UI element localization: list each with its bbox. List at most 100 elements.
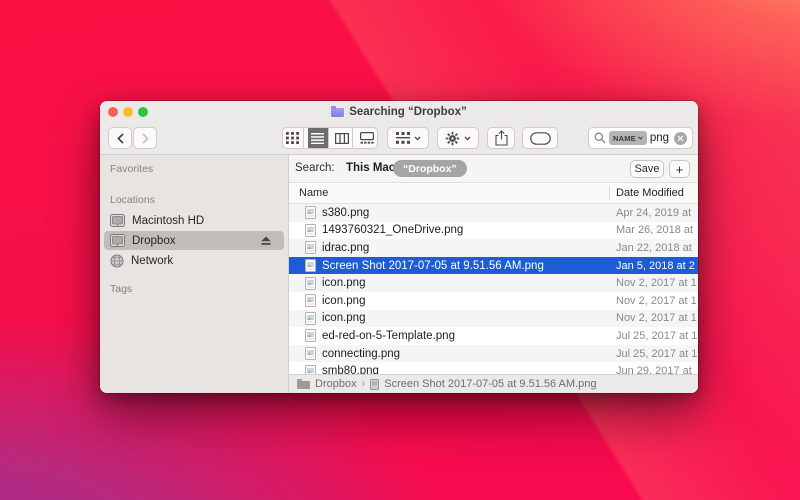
file-name: s380.png bbox=[322, 207, 369, 219]
scope-this-mac[interactable]: This Mac bbox=[346, 162, 395, 174]
column-header-date-modified[interactable]: Date Modified bbox=[616, 187, 684, 199]
folder-icon bbox=[297, 381, 310, 389]
file-row[interactable]: connecting.pngJul 25, 2017 at 1 bbox=[289, 345, 698, 363]
zoom-button[interactable] bbox=[138, 107, 148, 117]
sidebar-item-label: Network bbox=[131, 255, 173, 267]
file-row[interactable]: idrac.pngJan 22, 2018 at bbox=[289, 239, 698, 257]
search-icon bbox=[594, 132, 606, 144]
content-pane: Search: This Mac “Dropbox” Save + Name D… bbox=[289, 155, 698, 393]
chevron-right-icon: › bbox=[362, 378, 366, 390]
sidebar-locations-list: Macintosh HD Dropbox Network bbox=[100, 211, 288, 270]
file-icon bbox=[305, 277, 316, 290]
minimize-button[interactable] bbox=[123, 107, 133, 117]
sidebar-item-dropbox[interactable]: Dropbox bbox=[104, 231, 284, 250]
file-date: Nov 2, 2017 at 1 bbox=[616, 312, 697, 324]
finder-window: Searching “Dropbox” bbox=[100, 101, 698, 393]
forward-chevron-icon bbox=[142, 133, 149, 144]
column-header-name[interactable]: Name bbox=[299, 187, 328, 199]
icon-view-button[interactable] bbox=[283, 128, 304, 148]
chevron-down-icon bbox=[464, 136, 471, 141]
list-view-button[interactable] bbox=[308, 128, 329, 148]
sidebar-item-label: Dropbox bbox=[132, 235, 175, 247]
toolbar: NAME png bbox=[100, 122, 698, 154]
sidebar-section-tags: Tags bbox=[110, 283, 288, 295]
add-criteria-button[interactable]: + bbox=[669, 160, 690, 178]
file-name: Screen Shot 2017-07-05 at 9.51.56 AM.png bbox=[322, 260, 544, 272]
file-row[interactable]: icon.pngNov 2, 2017 at 1 bbox=[289, 292, 698, 310]
column-header: Name Date Modified bbox=[289, 183, 698, 204]
file-date: Jul 25, 2017 at 1 bbox=[616, 348, 697, 360]
file-date: Jan 22, 2018 at bbox=[616, 242, 692, 254]
desktop-wallpaper: Searching “Dropbox” bbox=[0, 0, 800, 500]
view-mode-segmented-control bbox=[282, 127, 378, 149]
sidebar-section-favorites: Favorites bbox=[110, 163, 288, 175]
search-input-value[interactable]: png bbox=[650, 132, 669, 144]
file-icon bbox=[305, 206, 316, 219]
file-name: smb80.png bbox=[322, 365, 379, 374]
file-row[interactable]: 1493760321_OneDrive.pngMar 26, 2018 at bbox=[289, 222, 698, 240]
sidebar-item-macintosh-hd[interactable]: Macintosh HD bbox=[104, 211, 284, 230]
tag-icon bbox=[530, 132, 551, 145]
path-bar: Dropbox › Screen Shot 2017-07-05 at 9.51… bbox=[289, 374, 698, 393]
search-token[interactable]: NAME bbox=[609, 131, 647, 145]
file-date: Jan 5, 2018 at 2 bbox=[616, 260, 695, 272]
chevron-down-icon bbox=[414, 136, 421, 141]
file-date: Nov 2, 2017 at 1 bbox=[616, 277, 697, 289]
search-field[interactable]: NAME png bbox=[588, 127, 693, 149]
drive-icon bbox=[110, 234, 125, 247]
file-name: icon.png bbox=[322, 277, 365, 289]
file-icon bbox=[305, 241, 316, 254]
globe-icon bbox=[110, 254, 124, 268]
list-view-icon bbox=[311, 133, 324, 144]
search-token-label: NAME bbox=[613, 134, 636, 143]
scope-token-dropbox[interactable]: “Dropbox” bbox=[393, 160, 467, 177]
file-date: Jun 29, 2017 at bbox=[616, 365, 692, 374]
file-date: Mar 26, 2018 at bbox=[616, 224, 693, 236]
path-item-folder[interactable]: Dropbox bbox=[315, 378, 357, 390]
window-title: Searching “Dropbox” bbox=[349, 106, 467, 118]
column-divider[interactable] bbox=[609, 186, 610, 200]
file-icon bbox=[305, 224, 316, 237]
file-icon bbox=[305, 365, 316, 374]
gallery-view-button[interactable] bbox=[357, 128, 377, 148]
file-name: icon.png bbox=[322, 312, 365, 324]
path-item-file[interactable]: Screen Shot 2017-07-05 at 9.51.56 AM.png bbox=[384, 378, 596, 390]
file-row[interactable]: Screen Shot 2017-07-05 at 9.51.56 AM.png… bbox=[289, 257, 698, 275]
file-row[interactable]: ed-red-on-5-Template.pngJul 25, 2017 at … bbox=[289, 327, 698, 345]
file-icon bbox=[305, 294, 316, 307]
title-bar[interactable]: Searching “Dropbox” bbox=[100, 101, 698, 122]
sidebar-section-locations: Locations bbox=[110, 194, 288, 206]
folder-icon bbox=[331, 108, 344, 117]
file-icon bbox=[370, 379, 379, 390]
share-button[interactable] bbox=[487, 127, 515, 149]
file-row[interactable]: smb80.png Jun 29, 2017 at bbox=[289, 362, 698, 374]
column-view-button[interactable] bbox=[333, 128, 354, 148]
file-row[interactable]: s380.png Apr 24, 2019 at bbox=[289, 204, 698, 222]
column-view-icon bbox=[335, 133, 349, 144]
drive-icon bbox=[110, 214, 125, 227]
sidebar-item-label: Macintosh HD bbox=[132, 215, 204, 227]
group-icon bbox=[396, 132, 410, 144]
tags-button[interactable] bbox=[522, 127, 558, 149]
clear-icon[interactable] bbox=[674, 132, 687, 145]
gear-icon bbox=[445, 131, 460, 146]
file-name: ed-red-on-5-Template.png bbox=[322, 330, 455, 342]
file-date: Apr 24, 2019 at bbox=[616, 207, 691, 219]
file-row[interactable]: icon.png Nov 2, 2017 at 1 bbox=[289, 310, 698, 328]
search-label: Search: bbox=[295, 162, 335, 174]
file-name: icon.png bbox=[322, 295, 365, 307]
forward-button[interactable] bbox=[133, 127, 157, 149]
icon-view-icon bbox=[286, 132, 299, 144]
sidebar-item-network[interactable]: Network bbox=[104, 251, 284, 270]
file-row[interactable]: icon.png Nov 2, 2017 at 1 bbox=[289, 274, 698, 292]
file-list: s380.png Apr 24, 2019 at 1493760321_OneDri… bbox=[289, 204, 698, 374]
action-button[interactable] bbox=[437, 127, 479, 149]
close-button[interactable] bbox=[108, 107, 118, 117]
traffic-lights bbox=[108, 107, 148, 117]
save-button[interactable]: Save bbox=[630, 160, 664, 178]
gallery-view-icon bbox=[360, 132, 374, 144]
file-icon bbox=[305, 347, 316, 360]
back-button[interactable] bbox=[108, 127, 132, 149]
eject-icon[interactable] bbox=[260, 236, 272, 246]
group-button[interactable] bbox=[387, 127, 429, 149]
